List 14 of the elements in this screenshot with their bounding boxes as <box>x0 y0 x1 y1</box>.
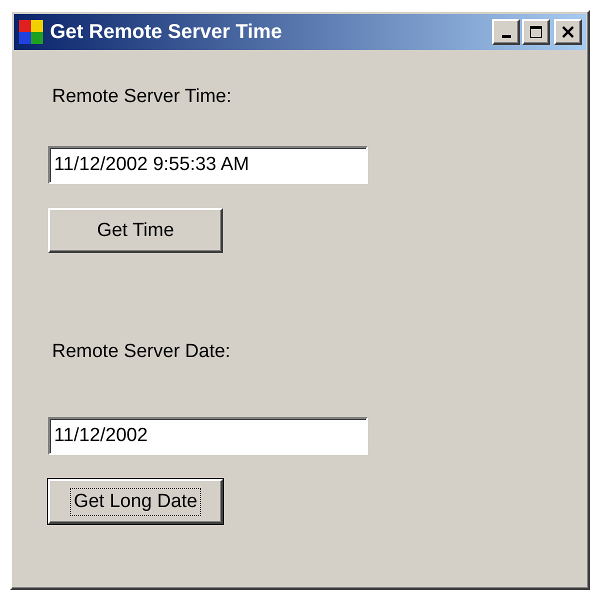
window-title: Get Remote Server Time <box>50 20 283 44</box>
close-button[interactable] <box>554 19 582 45</box>
minimize-button[interactable] <box>492 19 520 45</box>
field-label: Remote Server Time: <box>51 85 232 109</box>
app-icon <box>18 19 44 45</box>
action-button[interactable]: Get Long Date <box>48 479 223 524</box>
close-icon <box>561 25 575 39</box>
text-field[interactable]: 11/12/2002 9:55:33 AM <box>48 146 368 184</box>
field-label: Remote Server Date: <box>51 340 232 364</box>
maximize-button[interactable] <box>522 19 550 45</box>
maximize-icon <box>529 25 543 39</box>
text-field[interactable]: 11/12/2002 <box>48 417 368 455</box>
minimize-icon <box>502 34 510 38</box>
action-button[interactable]: Get Time <box>48 208 223 253</box>
